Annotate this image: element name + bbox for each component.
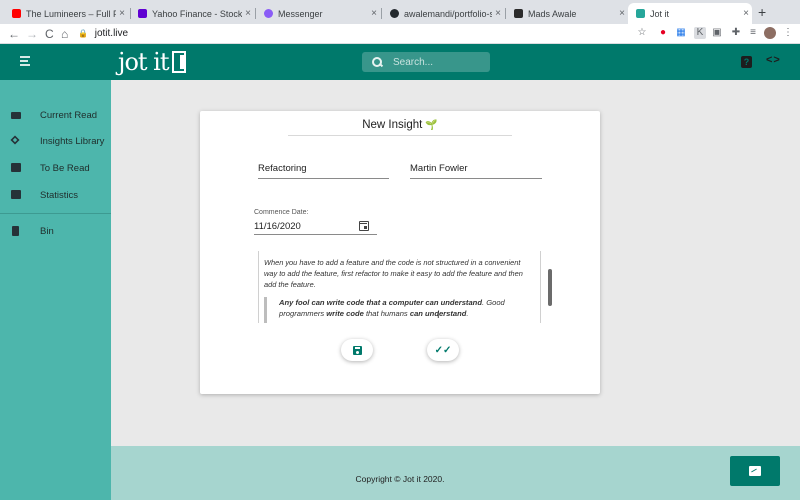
sidebar: Current Read Insights Library To Be Read…: [0, 80, 111, 500]
text-cursor: I: [437, 310, 440, 320]
feedback-icon: [749, 466, 761, 476]
messenger-icon: [264, 9, 273, 18]
help-icon[interactable]: ?: [741, 56, 752, 68]
reading-list-icon[interactable]: ≡: [747, 27, 759, 39]
code-icon[interactable]: <>: [766, 54, 781, 66]
sidebar-item-insights-library[interactable]: Insights Library: [0, 131, 111, 151]
browser-tab-mads-awale[interactable]: Mads Awale ×: [506, 3, 628, 24]
browser-tab-strip: The Lumineers – Full Perform × Yahoo Fin…: [0, 0, 800, 24]
layers-icon: [10, 135, 20, 145]
browser-tab-github[interactable]: awalemandi/portfolio-site ×: [382, 3, 504, 24]
browser-tab-yahoo[interactable]: Yahoo Finance - Stock Mark ×: [130, 3, 254, 24]
close-tab-icon[interactable]: ×: [740, 8, 752, 19]
github-icon: [390, 9, 399, 18]
close-tab-icon[interactable]: ×: [368, 8, 380, 19]
menu-collapse-icon[interactable]: [20, 54, 34, 68]
sidebar-item-current-read[interactable]: Current Read: [0, 105, 111, 125]
bookmark-star-icon[interactable]: ☆: [636, 27, 648, 39]
footer-copyright: Copyright © Jot it 2020.: [355, 474, 445, 484]
search-input[interactable]: [393, 56, 483, 68]
editor-scrollbar[interactable]: [548, 269, 552, 306]
feedback-button[interactable]: [730, 456, 780, 486]
sidebar-item-statistics[interactable]: Statistics: [0, 185, 111, 205]
extension-box-icon[interactable]: ▣: [711, 27, 723, 39]
site-favicon-icon: [514, 9, 523, 18]
url-text: jotit.live: [94, 28, 129, 39]
extension-grid-icon[interactable]: ▦: [675, 27, 687, 39]
trash-icon: [12, 226, 19, 236]
sidebar-item-to-be-read[interactable]: To Be Read: [0, 158, 111, 178]
book-title-field[interactable]: Refactoring: [258, 163, 389, 179]
avatar[interactable]: [764, 27, 776, 39]
close-tab-icon[interactable]: ×: [116, 8, 128, 19]
pinterest-icon[interactable]: ●: [657, 27, 669, 39]
youtube-icon: [12, 9, 21, 18]
home-icon[interactable]: ⌂: [61, 26, 68, 42]
queue-icon: [11, 163, 21, 172]
done-button[interactable]: ✓✓: [427, 339, 459, 361]
browser-tab-messenger[interactable]: Messenger ×: [256, 3, 380, 24]
bar-chart-icon: [11, 190, 21, 199]
footer: Copyright © Jot it 2020.: [111, 446, 800, 500]
calendar-icon[interactable]: [359, 221, 369, 231]
done-all-icon: ✓✓: [434, 344, 452, 356]
close-tab-icon[interactable]: ×: [242, 8, 254, 19]
more-menu-icon[interactable]: ⋮: [782, 27, 794, 39]
sprout-icon: 🌱: [425, 120, 438, 131]
close-tab-icon[interactable]: ×: [616, 8, 628, 19]
browser-tab-lumineers[interactable]: The Lumineers – Full Perform ×: [4, 3, 128, 24]
yahoo-icon: [138, 9, 147, 18]
browser-toolbar: ← → C ⌂ 🔒 jotit.live ☆ ● ▦ K ▣ ✚ ≡ ⋮: [0, 24, 800, 44]
app-logo[interactable]: jot it: [118, 46, 187, 78]
sidebar-divider: [0, 213, 111, 214]
save-icon: [352, 345, 362, 355]
forward-icon[interactable]: →: [26, 26, 38, 42]
address-bar[interactable]: 🔒 jotit.live: [78, 27, 128, 41]
commence-date-label: Commence Date:: [254, 209, 309, 216]
puzzle-icon[interactable]: ✚: [730, 27, 742, 39]
extension-k-icon[interactable]: K: [694, 27, 706, 39]
lock-icon: 🔒: [78, 29, 88, 38]
sidebar-item-bin[interactable]: Bin: [0, 221, 111, 241]
search-bar[interactable]: [362, 52, 490, 72]
new-icon: [11, 112, 21, 119]
close-tab-icon[interactable]: ×: [492, 8, 504, 19]
search-icon: [372, 57, 382, 67]
reload-icon[interactable]: C: [45, 26, 54, 42]
back-icon[interactable]: ←: [8, 26, 20, 42]
new-tab-button[interactable]: +: [758, 4, 766, 20]
logo-book-icon: [172, 51, 187, 73]
insight-paragraph: When you have to add a feature and the c…: [264, 258, 523, 289]
jot-it-favicon-icon: [636, 9, 645, 18]
insight-text-editor[interactable]: When you have to add a feature and the c…: [258, 251, 541, 323]
browser-tab-jot-it[interactable]: Jot it ×: [628, 3, 752, 24]
save-button[interactable]: [341, 339, 373, 361]
author-field[interactable]: Martin Fowler: [410, 163, 542, 179]
insight-blockquote: Any fool can write code that a computer …: [264, 297, 530, 323]
new-insight-card: New Insight 🌱 Refactoring Martin Fowler C…: [200, 111, 600, 394]
card-title: New Insight 🌱: [288, 119, 512, 136]
